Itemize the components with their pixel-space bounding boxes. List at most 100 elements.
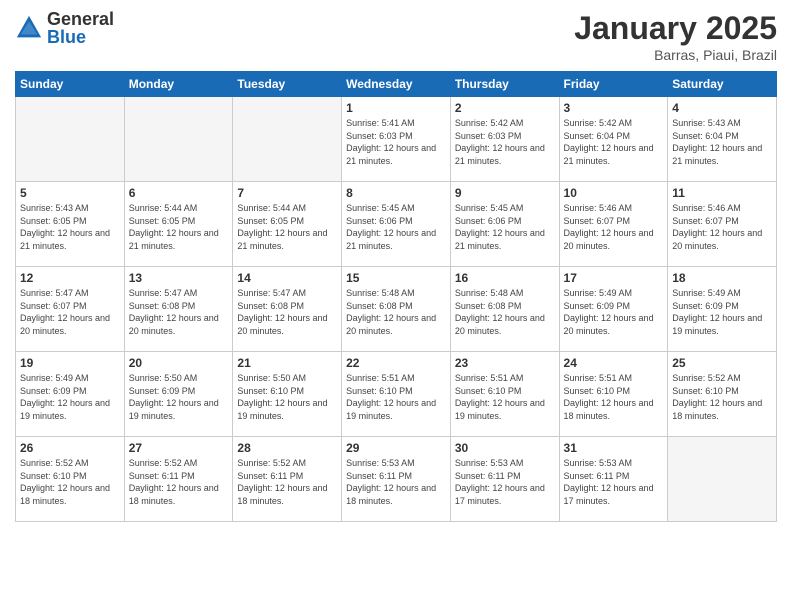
calendar-cell: 3 Sunrise: 5:42 AM Sunset: 6:04 PM Daylig…: [559, 97, 668, 182]
day-number: 31: [564, 441, 664, 455]
calendar-cell: [124, 97, 233, 182]
day-number: 21: [237, 356, 337, 370]
day-number: 13: [129, 271, 229, 285]
day-info: Sunrise: 5:46 AM Sunset: 6:07 PM Dayligh…: [564, 202, 664, 252]
day-info: Sunrise: 5:52 AM Sunset: 6:10 PM Dayligh…: [20, 457, 120, 507]
day-info: Sunrise: 5:52 AM Sunset: 6:11 PM Dayligh…: [129, 457, 229, 507]
calendar-week-row: 12 Sunrise: 5:47 AM Sunset: 6:07 PM Dayli…: [16, 267, 777, 352]
calendar-cell: [233, 97, 342, 182]
day-info: Sunrise: 5:49 AM Sunset: 6:09 PM Dayligh…: [20, 372, 120, 422]
day-number: 6: [129, 186, 229, 200]
day-info: Sunrise: 5:45 AM Sunset: 6:06 PM Dayligh…: [455, 202, 555, 252]
day-number: 14: [237, 271, 337, 285]
day-info: Sunrise: 5:53 AM Sunset: 6:11 PM Dayligh…: [346, 457, 446, 507]
day-info: Sunrise: 5:53 AM Sunset: 6:11 PM Dayligh…: [455, 457, 555, 507]
calendar-cell: [668, 437, 777, 522]
weekday-header: Saturday: [668, 72, 777, 97]
calendar-cell: 25 Sunrise: 5:52 AM Sunset: 6:10 PM Dayli…: [668, 352, 777, 437]
day-number: 20: [129, 356, 229, 370]
calendar-cell: 18 Sunrise: 5:49 AM Sunset: 6:09 PM Dayli…: [668, 267, 777, 352]
logo-blue: Blue: [47, 28, 114, 46]
weekday-header: Sunday: [16, 72, 125, 97]
calendar-subtitle: Barras, Piaui, Brazil: [574, 47, 777, 63]
calendar-cell: 7Sunrise: 5:44 AM Sunset: 6:05 PM Daylig…: [233, 182, 342, 267]
page: General Blue January 2025 Barras, Piaui,…: [0, 0, 792, 612]
day-info: Sunrise: 5:51 AM Sunset: 6:10 PM Dayligh…: [564, 372, 664, 422]
calendar-cell: 9 Sunrise: 5:45 AM Sunset: 6:06 PM Daylig…: [450, 182, 559, 267]
calendar-cell: 28 Sunrise: 5:52 AM Sunset: 6:11 PM Dayli…: [233, 437, 342, 522]
day-info: Sunrise: 5:51 AM Sunset: 6:10 PM Dayligh…: [346, 372, 446, 422]
day-number: 17: [564, 271, 664, 285]
calendar-cell: 31 Sunrise: 5:53 AM Sunset: 6:11 PM Dayli…: [559, 437, 668, 522]
calendar-cell: 17 Sunrise: 5:49 AM Sunset: 6:09 PM Dayli…: [559, 267, 668, 352]
calendar-cell: 30 Sunrise: 5:53 AM Sunset: 6:11 PM Dayli…: [450, 437, 559, 522]
day-info: Sunrise: 5:44 AM Sunset: 6:05 PM Dayligh…: [129, 202, 229, 252]
day-info: Sunrise: 5:50 AM Sunset: 6:10 PM Dayligh…: [237, 372, 337, 422]
weekday-header: Monday: [124, 72, 233, 97]
calendar-title: January 2025: [574, 10, 777, 47]
day-number: 9: [455, 186, 555, 200]
calendar-header-row: SundayMondayTuesdayWednesdayThursdayFrid…: [16, 72, 777, 97]
day-info: Sunrise: 5:47 AM Sunset: 6:08 PM Dayligh…: [237, 287, 337, 337]
header: General Blue January 2025 Barras, Piaui,…: [15, 10, 777, 63]
day-info: Sunrise: 5:50 AM Sunset: 6:09 PM Dayligh…: [129, 372, 229, 422]
logo-general: General: [47, 10, 114, 28]
day-info: Sunrise: 5:42 AM Sunset: 6:03 PM Dayligh…: [455, 117, 555, 167]
day-info: Sunrise: 5:48 AM Sunset: 6:08 PM Dayligh…: [455, 287, 555, 337]
logo: General Blue: [15, 10, 114, 46]
day-number: 28: [237, 441, 337, 455]
day-number: 16: [455, 271, 555, 285]
day-number: 11: [672, 186, 772, 200]
calendar-cell: 16 Sunrise: 5:48 AM Sunset: 6:08 PM Dayli…: [450, 267, 559, 352]
calendar-cell: 11Sunrise: 5:46 AM Sunset: 6:07 PM Dayli…: [668, 182, 777, 267]
day-number: 8: [346, 186, 446, 200]
logo-text: General Blue: [47, 10, 114, 46]
day-number: 4: [672, 101, 772, 115]
calendar-week-row: 19 Sunrise: 5:49 AM Sunset: 6:09 PM Dayli…: [16, 352, 777, 437]
day-number: 22: [346, 356, 446, 370]
logo-icon: [15, 14, 43, 42]
day-info: Sunrise: 5:41 AM Sunset: 6:03 PM Dayligh…: [346, 117, 446, 167]
calendar-cell: 22 Sunrise: 5:51 AM Sunset: 6:10 PM Dayli…: [342, 352, 451, 437]
weekday-header: Tuesday: [233, 72, 342, 97]
day-number: 12: [20, 271, 120, 285]
day-number: 25: [672, 356, 772, 370]
day-info: Sunrise: 5:52 AM Sunset: 6:11 PM Dayligh…: [237, 457, 337, 507]
day-info: Sunrise: 5:49 AM Sunset: 6:09 PM Dayligh…: [672, 287, 772, 337]
calendar-cell: 29 Sunrise: 5:53 AM Sunset: 6:11 PM Dayli…: [342, 437, 451, 522]
day-info: Sunrise: 5:47 AM Sunset: 6:07 PM Dayligh…: [20, 287, 120, 337]
calendar-cell: 21 Sunrise: 5:50 AM Sunset: 6:10 PM Dayli…: [233, 352, 342, 437]
day-number: 15: [346, 271, 446, 285]
calendar-cell: 15Sunrise: 5:48 AM Sunset: 6:08 PM Dayli…: [342, 267, 451, 352]
calendar-cell: 1 Sunrise: 5:41 AM Sunset: 6:03 PM Daylig…: [342, 97, 451, 182]
day-info: Sunrise: 5:43 AM Sunset: 6:04 PM Dayligh…: [672, 117, 772, 167]
day-number: 19: [20, 356, 120, 370]
day-number: 30: [455, 441, 555, 455]
day-info: Sunrise: 5:53 AM Sunset: 6:11 PM Dayligh…: [564, 457, 664, 507]
calendar-week-row: 5Sunrise: 5:43 AM Sunset: 6:05 PM Daylig…: [16, 182, 777, 267]
calendar-cell: 8Sunrise: 5:45 AM Sunset: 6:06 PM Daylig…: [342, 182, 451, 267]
calendar-cell: 5Sunrise: 5:43 AM Sunset: 6:05 PM Daylig…: [16, 182, 125, 267]
calendar-table: SundayMondayTuesdayWednesdayThursdayFrid…: [15, 71, 777, 522]
calendar-cell: 23 Sunrise: 5:51 AM Sunset: 6:10 PM Dayli…: [450, 352, 559, 437]
day-number: 23: [455, 356, 555, 370]
day-number: 18: [672, 271, 772, 285]
day-number: 1: [346, 101, 446, 115]
day-info: Sunrise: 5:42 AM Sunset: 6:04 PM Dayligh…: [564, 117, 664, 167]
day-number: 26: [20, 441, 120, 455]
day-number: 5: [20, 186, 120, 200]
day-number: 3: [564, 101, 664, 115]
day-info: Sunrise: 5:44 AM Sunset: 6:05 PM Dayligh…: [237, 202, 337, 252]
calendar-week-row: 26 Sunrise: 5:52 AM Sunset: 6:10 PM Dayli…: [16, 437, 777, 522]
day-number: 27: [129, 441, 229, 455]
day-info: Sunrise: 5:49 AM Sunset: 6:09 PM Dayligh…: [564, 287, 664, 337]
day-info: Sunrise: 5:51 AM Sunset: 6:10 PM Dayligh…: [455, 372, 555, 422]
calendar-cell: 26 Sunrise: 5:52 AM Sunset: 6:10 PM Dayli…: [16, 437, 125, 522]
day-number: 29: [346, 441, 446, 455]
day-number: 10: [564, 186, 664, 200]
calendar-cell: 10 Sunrise: 5:46 AM Sunset: 6:07 PM Dayli…: [559, 182, 668, 267]
day-info: Sunrise: 5:52 AM Sunset: 6:10 PM Dayligh…: [672, 372, 772, 422]
day-number: 2: [455, 101, 555, 115]
calendar-week-row: 1 Sunrise: 5:41 AM Sunset: 6:03 PM Daylig…: [16, 97, 777, 182]
calendar-cell: 6 Sunrise: 5:44 AM Sunset: 6:05 PM Daylig…: [124, 182, 233, 267]
